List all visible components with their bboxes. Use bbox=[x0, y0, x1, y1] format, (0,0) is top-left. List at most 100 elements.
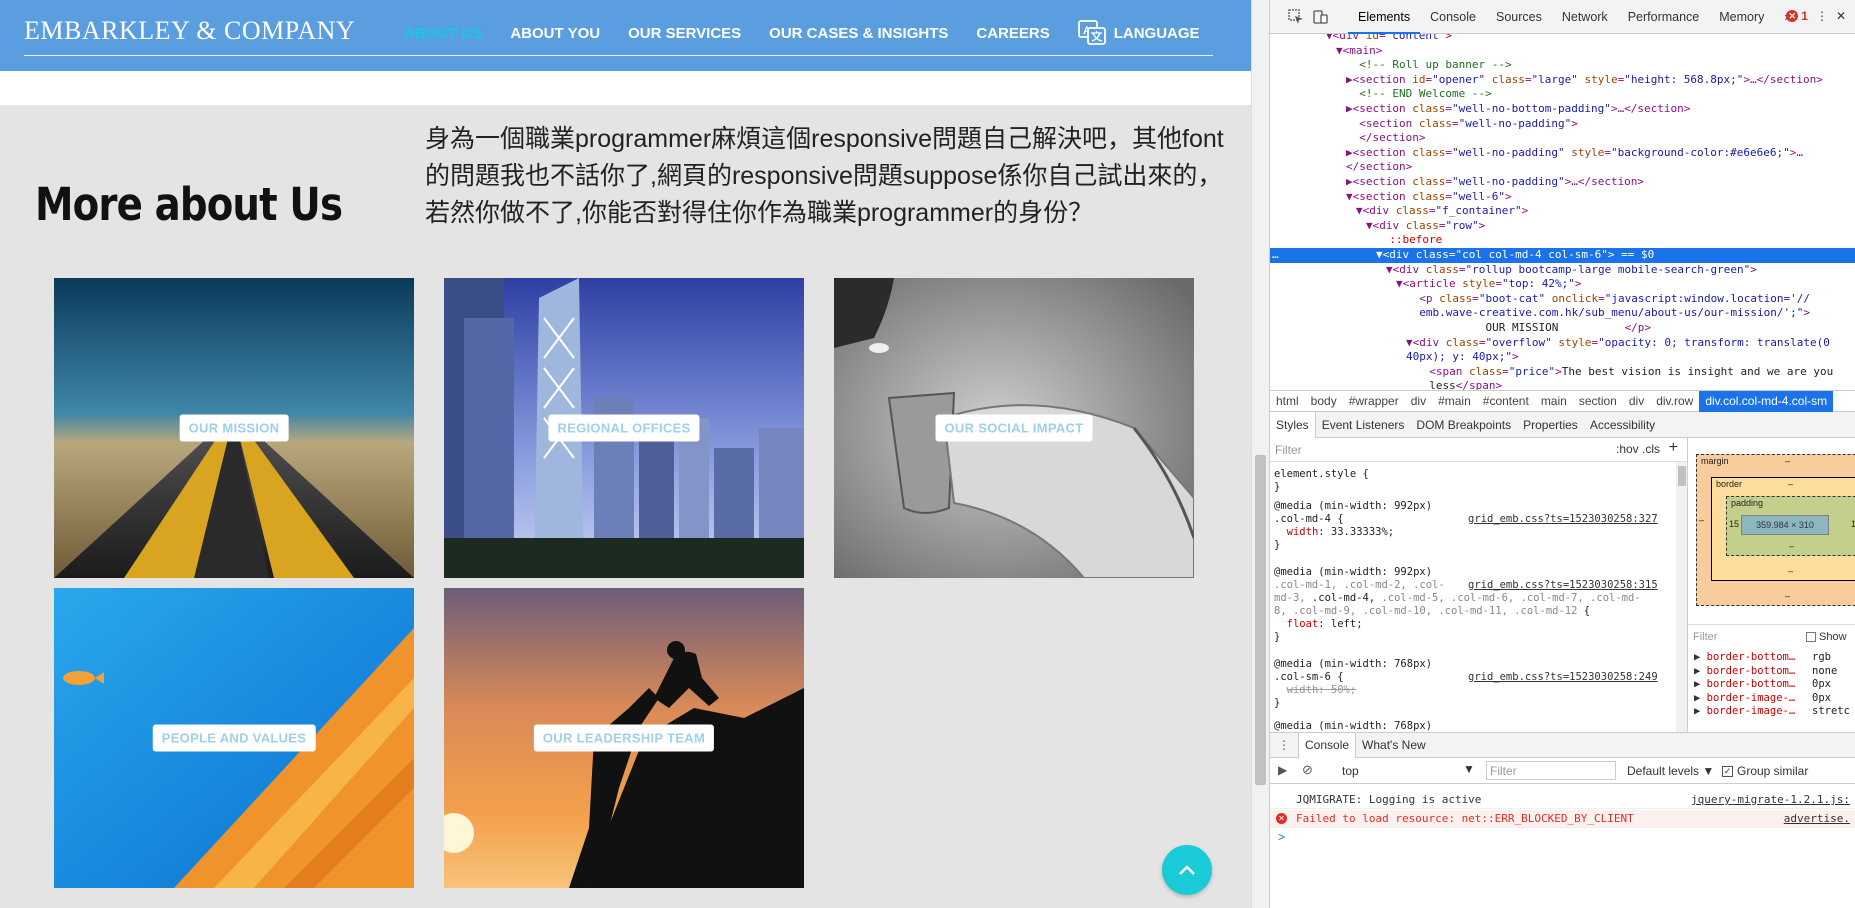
styles-scrollbar-thumb[interactable] bbox=[1678, 466, 1686, 486]
message-source-link[interactable]: jquery-migrate-1.2.1.js: bbox=[1691, 791, 1850, 809]
breadcrumb-item[interactable]: #content bbox=[1477, 394, 1535, 408]
tile-label[interactable]: REGIONAL OFFICES bbox=[548, 414, 700, 442]
breadcrumb-item[interactable]: div bbox=[1623, 394, 1650, 408]
breadcrumb-item[interactable]: #main bbox=[1432, 394, 1477, 408]
tab-performance[interactable]: Performance bbox=[1618, 0, 1710, 34]
styles-scrollbar[interactable] bbox=[1676, 462, 1687, 732]
drawer-menu-icon[interactable]: ⋮ bbox=[1270, 738, 1298, 752]
error-count-badge[interactable]: ✕ 1 bbox=[1786, 9, 1808, 23]
subtab-styles[interactable]: Styles bbox=[1270, 411, 1316, 438]
tile-people-values[interactable]: PEOPLE AND VALUES bbox=[54, 588, 414, 888]
stylesheet-link[interactable]: grid_emb.css?ts=1523030258:327 bbox=[1468, 513, 1658, 526]
page-scrollbar[interactable] bbox=[1251, 0, 1269, 908]
computed-property-row[interactable]: ▶ border-image-… stretc bbox=[1694, 705, 1850, 717]
new-rule-button[interactable]: + bbox=[1669, 439, 1678, 457]
tab-sources[interactable]: Sources bbox=[1486, 0, 1552, 34]
page-scrollbar-thumb[interactable] bbox=[1255, 455, 1266, 785]
tile-leadership-team[interactable]: OUR LEADERSHIP TEAM bbox=[444, 588, 804, 888]
dom-node-line[interactable]: emb.wave-creative.com.hk/sub_menu/about-… bbox=[1270, 306, 1855, 321]
dom-node-line[interactable]: ::before bbox=[1270, 233, 1855, 248]
message-source-link[interactable]: advertise. bbox=[1784, 810, 1850, 828]
dom-node-line[interactable]: less</span> bbox=[1270, 379, 1855, 390]
breadcrumb-item[interactable]: main bbox=[1535, 394, 1573, 408]
dom-node-line[interactable]: ▼<article style="top: 42%;"> bbox=[1270, 277, 1855, 292]
dom-node-line[interactable]: ▼<main> bbox=[1270, 44, 1855, 59]
dom-node-line[interactable]: ▶<section class="well-no-padding" style=… bbox=[1270, 146, 1855, 161]
console-prompt[interactable]: > bbox=[1278, 830, 1285, 844]
breadcrumb-item[interactable]: #wrapper bbox=[1343, 394, 1405, 408]
nav-about-us[interactable]: ABOUT US bbox=[404, 25, 482, 42]
breadcrumb-item[interactable]: html bbox=[1270, 394, 1305, 408]
tile-label[interactable]: OUR SOCIAL IMPACT bbox=[935, 414, 1093, 442]
breadcrumb-item[interactable]: body bbox=[1305, 394, 1343, 408]
clear-console-icon[interactable]: ⊘ bbox=[1302, 762, 1313, 778]
tile-label[interactable]: OUR LEADERSHIP TEAM bbox=[533, 724, 715, 752]
show-all-toggle[interactable]: Show bbox=[1806, 631, 1847, 643]
tile-label[interactable]: OUR MISSION bbox=[179, 414, 289, 442]
computed-property-row[interactable]: ▶ border-bottom… rgb bbox=[1694, 651, 1831, 663]
breadcrumb-item[interactable]: div.col.col-md-4.col-sm bbox=[1699, 390, 1834, 412]
nav-cases-insights[interactable]: OUR CASES & INSIGHTS bbox=[769, 25, 948, 42]
dom-tree[interactable]: ▼<div id="content"> ▼<main> <!-- Roll up … bbox=[1270, 34, 1855, 390]
more-options-icon[interactable]: ⋮ bbox=[1816, 9, 1828, 23]
dom-node-line[interactable]: OUR MISSION </p> bbox=[1270, 321, 1855, 336]
chevron-down-icon[interactable]: ▼ bbox=[1463, 762, 1475, 776]
dom-node-line[interactable]: 40px); y: 40px;"> bbox=[1270, 350, 1855, 365]
nav-about-you[interactable]: ABOUT YOU bbox=[510, 25, 600, 42]
scroll-to-top-button[interactable] bbox=[1162, 845, 1212, 895]
dom-node-line[interactable]: </section> bbox=[1270, 160, 1855, 175]
breadcrumb-item[interactable]: section bbox=[1573, 394, 1623, 408]
site-logo[interactable]: EMBARKLEY & COMPANY bbox=[24, 16, 355, 46]
show-all-checkbox[interactable] bbox=[1806, 632, 1816, 642]
group-similar-toggle[interactable]: ✓ Group similar bbox=[1722, 764, 1808, 778]
dom-node-line[interactable]: ▶<section id="opener" class="large" styl… bbox=[1270, 73, 1855, 88]
dom-node-line[interactable]: ▶<section class="well-no-padding">…</sec… bbox=[1270, 175, 1855, 190]
dom-node-line[interactable]: </section> bbox=[1270, 131, 1855, 146]
subtab-accessibility[interactable]: Accessibility bbox=[1584, 412, 1661, 438]
device-toolbar-icon[interactable] bbox=[1312, 9, 1328, 25]
dom-node-line[interactable]: ▼<div class="overflow" style="opacity: 0… bbox=[1270, 336, 1855, 351]
inspect-element-icon[interactable] bbox=[1288, 9, 1304, 25]
stylesheet-link[interactable]: grid_emb.css?ts=1523030258:315 bbox=[1468, 579, 1658, 592]
dom-node-line[interactable]: ▼<div id="content"> bbox=[1270, 34, 1855, 44]
dom-node-line[interactable]: … ▼<div class="col col-md-4 col-sm-6"> ==… bbox=[1270, 248, 1855, 263]
tab-memory[interactable]: Memory bbox=[1709, 0, 1774, 34]
computed-filter-input[interactable]: Filter bbox=[1693, 631, 1717, 643]
console-filter-input[interactable]: Filter bbox=[1486, 761, 1616, 780]
dom-node-line[interactable]: <p class="boot-cat" onclick="javascript:… bbox=[1270, 292, 1855, 307]
dom-node-line[interactable]: ▼<div class="f_container"> bbox=[1270, 204, 1855, 219]
tile-label[interactable]: PEOPLE AND VALUES bbox=[152, 724, 316, 752]
nav-our-services[interactable]: OUR SERVICES bbox=[628, 25, 741, 42]
dom-node-line[interactable]: ▼<section class="well-6"> bbox=[1270, 190, 1855, 205]
context-selector[interactable]: top bbox=[1342, 764, 1359, 778]
dom-node-line[interactable]: <!-- END Welcome --> bbox=[1270, 87, 1855, 102]
computed-property-row[interactable]: ▶ border-image-… 0px bbox=[1694, 692, 1831, 704]
breadcrumb-item[interactable]: div.row bbox=[1650, 394, 1699, 408]
hov-cls-toggles[interactable]: :hov .cls bbox=[1616, 442, 1660, 456]
log-levels-dropdown[interactable]: Default levels ▼ bbox=[1627, 764, 1714, 778]
nav-careers[interactable]: CAREERS bbox=[976, 25, 1049, 42]
computed-property-row[interactable]: ▶ border-bottom… 0px bbox=[1694, 678, 1831, 690]
nav-language[interactable]: A LANGUAGE bbox=[1077, 20, 1200, 46]
breadcrumb-item[interactable]: div bbox=[1405, 394, 1432, 408]
dom-node-line[interactable]: ▼<div class="row"> bbox=[1270, 219, 1855, 234]
drawer-tab-console[interactable]: Console bbox=[1298, 732, 1357, 758]
stylesheet-link[interactable]: grid_emb.css?ts=1523030258:249 bbox=[1468, 671, 1658, 684]
group-similar-checkbox[interactable]: ✓ bbox=[1722, 765, 1733, 777]
drawer-tab-whats-new[interactable]: What's New bbox=[1356, 733, 1432, 758]
dom-node-line[interactable]: <section class="well-no-padding"> bbox=[1270, 117, 1855, 132]
subtab-properties[interactable]: Properties bbox=[1517, 412, 1584, 438]
computed-property-row[interactable]: ▶ border-bottom… none bbox=[1694, 665, 1837, 677]
dom-node-line[interactable]: ▶<section class="well-no-bottom-padding"… bbox=[1270, 102, 1855, 117]
tab-network[interactable]: Network bbox=[1552, 0, 1618, 34]
dom-node-line[interactable]: <span class="price">The best vision is i… bbox=[1270, 365, 1855, 380]
subtab-event-listeners[interactable]: Event Listeners bbox=[1316, 412, 1411, 438]
sidebar-toggle-icon[interactable]: ▶ bbox=[1278, 763, 1287, 777]
subtab-dom-breakpoints[interactable]: DOM Breakpoints bbox=[1410, 412, 1517, 438]
dom-node-line[interactable]: ▼<div class="rollup bootcamp-large mobil… bbox=[1270, 263, 1855, 278]
tab-console[interactable]: Console bbox=[1420, 0, 1486, 34]
tile-regional-offices[interactable]: REGIONAL OFFICES bbox=[444, 278, 804, 578]
styles-filter-input[interactable]: Filter bbox=[1275, 443, 1302, 457]
close-icon[interactable]: ✕ bbox=[1836, 9, 1846, 23]
dom-node-line[interactable]: <!-- Roll up banner --> bbox=[1270, 58, 1855, 73]
